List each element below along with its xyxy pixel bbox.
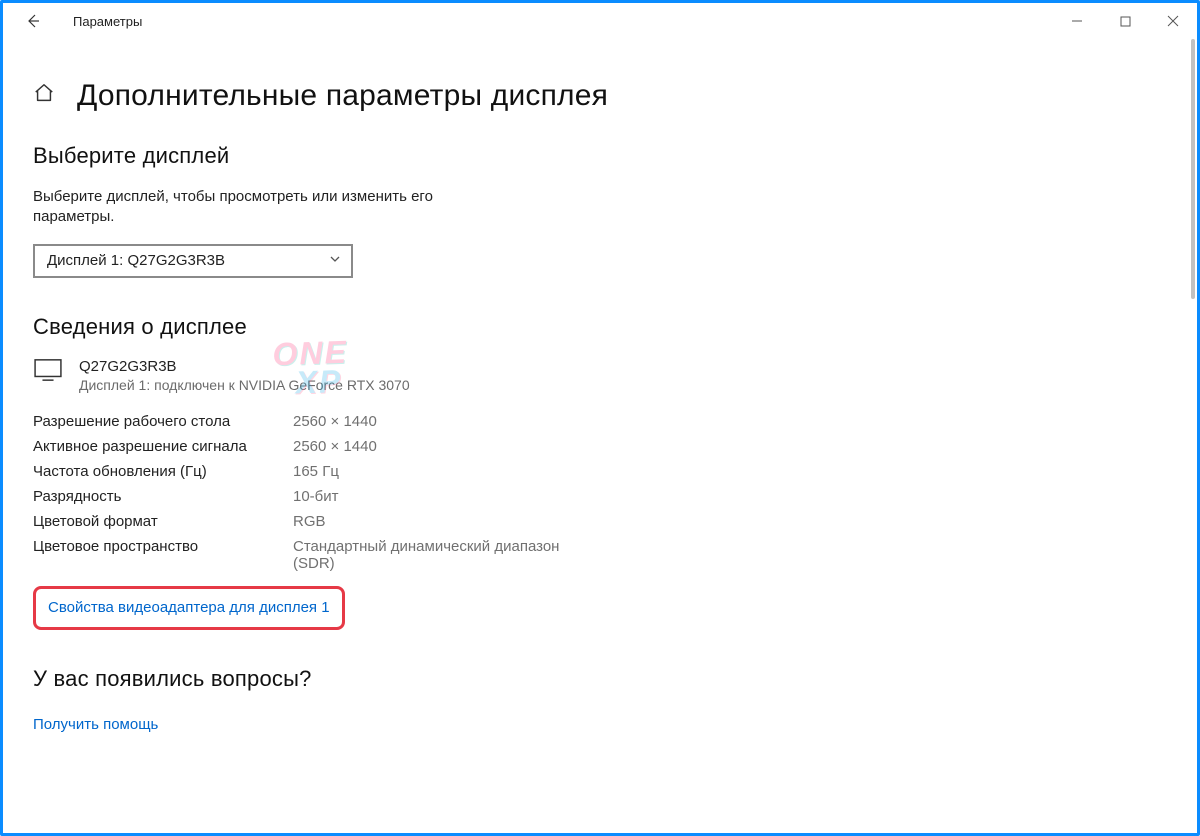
select-display-section: Выберите дисплей Выберите дисплей, чтобы… xyxy=(33,143,1167,278)
minimize-icon xyxy=(1071,15,1083,27)
content-area: ONE XP Дополнительные параметры дисплея … xyxy=(3,39,1197,833)
info-label: Разрешение рабочего стола xyxy=(33,413,293,430)
select-display-description: Выберите дисплей, чтобы просмотреть или … xyxy=(33,187,483,228)
minimize-button[interactable] xyxy=(1053,5,1101,37)
display-select[interactable]: Дисплей 1: Q27G2G3R3B xyxy=(33,244,353,278)
display-name: Q27G2G3R3B xyxy=(79,358,410,375)
chevron-down-icon xyxy=(329,252,341,269)
adapter-properties-link[interactable]: Свойства видеоадаптера для дисплея 1 xyxy=(48,599,330,616)
info-value: 165 Гц xyxy=(293,463,593,480)
info-label: Цветовой формат xyxy=(33,513,293,530)
close-icon xyxy=(1167,15,1179,27)
home-icon-svg xyxy=(33,82,55,104)
arrow-left-icon xyxy=(25,13,41,29)
display-subtitle: Дисплей 1: подключен к NVIDIA GeForce RT… xyxy=(79,377,410,393)
info-value: 2560 × 1440 xyxy=(293,438,593,455)
window-title: Параметры xyxy=(49,14,142,29)
info-table: Разрешение рабочего стола2560 × 1440Акти… xyxy=(33,413,1167,572)
select-display-heading: Выберите дисплей xyxy=(33,143,1167,169)
home-icon[interactable] xyxy=(33,82,55,110)
info-value: Стандартный динамический диапазон (SDR) xyxy=(293,538,593,572)
close-button[interactable] xyxy=(1149,5,1197,37)
info-label: Разрядность xyxy=(33,488,293,505)
info-value: 2560 × 1440 xyxy=(293,413,593,430)
window-controls xyxy=(1053,5,1197,37)
maximize-button[interactable] xyxy=(1101,5,1149,37)
display-info-section: Сведения о дисплее Q27G2G3R3B Дисплей 1:… xyxy=(33,314,1167,630)
info-label: Активное разрешение сигнала xyxy=(33,438,293,455)
monitor-icon xyxy=(33,358,63,387)
help-section: У вас появились вопросы? Получить помощь xyxy=(33,666,1167,734)
scrollbar[interactable] xyxy=(1185,39,1197,833)
display-info-heading: Сведения о дисплее xyxy=(33,314,1167,340)
display-identity: Q27G2G3R3B Дисплей 1: подключен к NVIDIA… xyxy=(33,358,1167,393)
back-button[interactable] xyxy=(17,5,49,37)
page-title: Дополнительные параметры дисплея xyxy=(77,79,608,113)
help-heading: У вас появились вопросы? xyxy=(33,666,1167,692)
adapter-link-highlight: Свойства видеоадаптера для дисплея 1 xyxy=(33,586,345,630)
display-select-value: Дисплей 1: Q27G2G3R3B xyxy=(47,252,225,269)
info-value: 10-бит xyxy=(293,488,593,505)
info-label: Частота обновления (Гц) xyxy=(33,463,293,480)
titlebar: Параметры xyxy=(3,3,1197,39)
maximize-icon xyxy=(1120,16,1131,27)
info-value: RGB xyxy=(293,513,593,530)
get-help-link[interactable]: Получить помощь xyxy=(33,716,158,733)
scrollbar-thumb[interactable] xyxy=(1191,39,1195,299)
page-header: Дополнительные параметры дисплея xyxy=(33,79,1167,113)
info-label: Цветовое пространство xyxy=(33,538,293,572)
